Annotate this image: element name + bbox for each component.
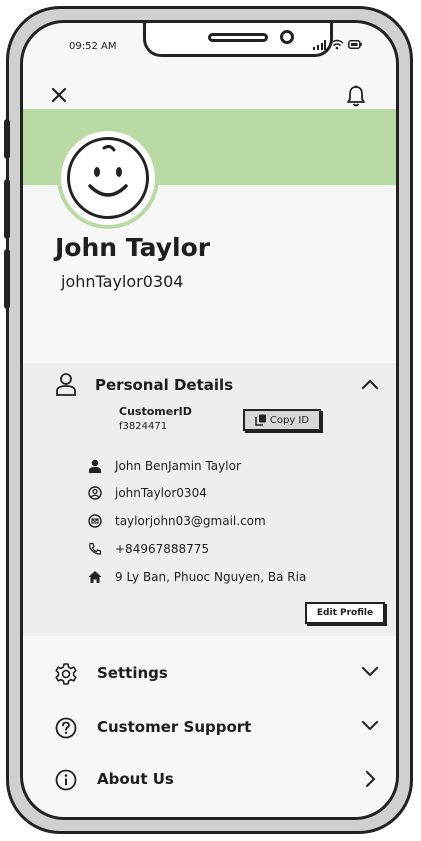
full-name-row: John BenJamin Taylor [87,457,241,475]
avatar-face [67,137,149,219]
phone-value: +84967888775 [115,542,210,556]
question-icon [55,717,77,739]
menu-item-settings[interactable]: Settings [23,653,396,693]
side-button [4,249,10,309]
chevron-up-icon[interactable] [362,379,378,389]
username-row: johnTaylor0304 [87,484,207,502]
personal-details-header[interactable]: Personal Details [23,373,396,403]
status-time: 09:52 AM [69,41,117,52]
edit-profile-button[interactable]: Edit Profile [305,602,385,624]
address-value: 9 Ly Ban, Phuoc Nguyen, Ba Ria [115,570,307,584]
home-icon [87,569,103,585]
phone-icon [87,541,103,557]
chevron-down-icon [362,667,378,677]
screen: 09:52 AM John Taylor johnTaylor0304 Pers… [20,20,399,820]
gear-icon [55,663,77,685]
person-icon [87,458,103,474]
email-row: taylorjohn03@gmail.com [87,512,266,530]
chevron-right-icon [366,771,376,787]
notch [143,23,333,57]
side-button [4,119,10,159]
signal-icon [313,39,326,50]
copy-icon [255,414,266,426]
copy-id-button[interactable]: Copy ID [243,409,321,431]
menu-item-about-us[interactable]: About Us [23,759,396,799]
personal-details-section: Personal Details CustomerID f3824471 Cop… [23,363,396,636]
profile-name: John Taylor [55,233,211,262]
menu-item-label: About Us [97,770,174,788]
phone-frame: 09:52 AM John Taylor johnTaylor0304 Pers… [4,6,413,834]
speaker [208,33,268,42]
address-row: 9 Ly Ban, Phuoc Nguyen, Ba Ria [87,568,306,586]
customer-id-label: CustomerID [119,405,192,418]
side-button [4,179,10,239]
menu-item-customer-support[interactable]: Customer Support [23,707,396,747]
full-name-value: John BenJamin Taylor [115,459,241,473]
top-bar [23,81,396,111]
username-value: johnTaylor0304 [115,486,207,500]
status-icons [312,39,362,50]
personal-details-title: Personal Details [95,376,234,394]
profile-username: johnTaylor0304 [61,272,184,291]
battery-icon [348,40,362,49]
email-value: taylorjohn03@gmail.com [115,514,266,528]
account-circle-icon [87,485,103,501]
close-icon[interactable] [51,87,67,103]
person-outline-icon [56,373,76,396]
customer-id-value: f3824471 [119,421,168,432]
avatar[interactable] [57,127,159,229]
info-icon [55,769,77,791]
chevron-down-icon [362,721,378,731]
phone-row: +84967888775 [87,540,209,558]
email-icon [87,513,103,529]
menu-item-label: Settings [97,664,168,682]
smiley-icon [88,144,128,197]
camera [280,30,294,44]
bell-icon[interactable] [346,85,366,107]
menu-item-label: Customer Support [97,718,252,736]
status-bar: 09:52 AM [23,23,396,81]
wifi-icon [330,39,344,50]
copy-id-label: Copy ID [269,414,310,426]
